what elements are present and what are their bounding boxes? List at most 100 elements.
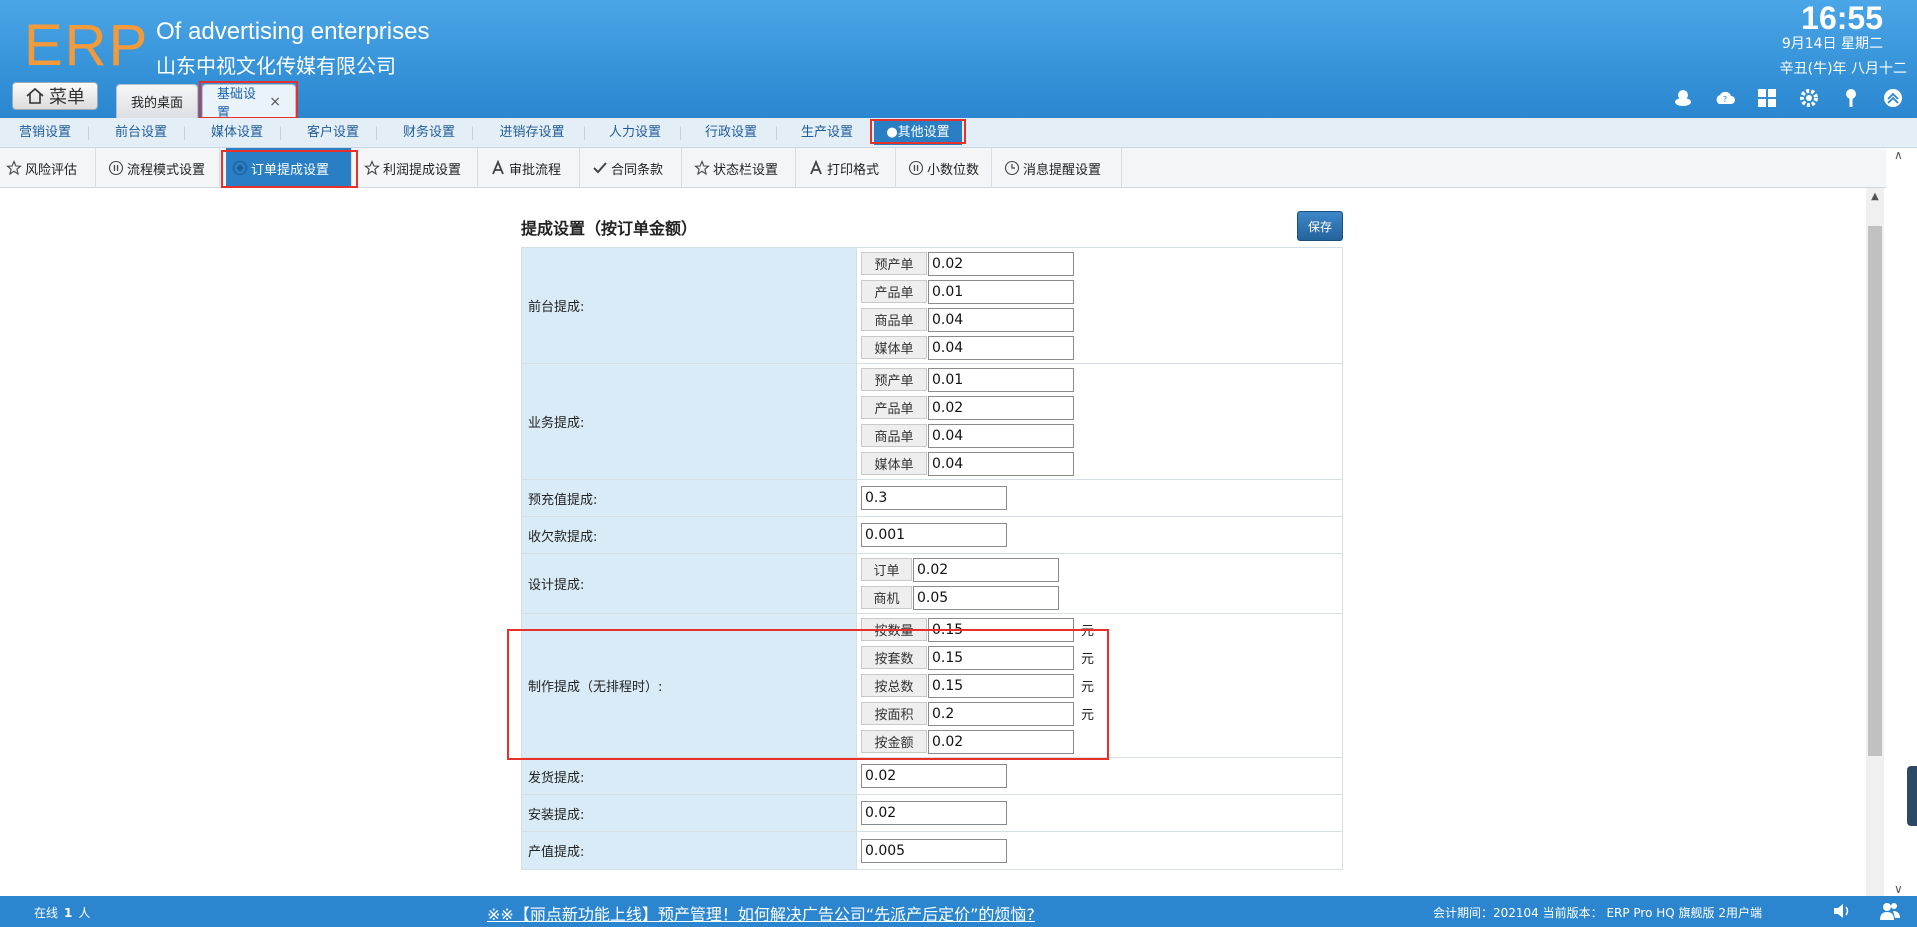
row-label: 设计提成: xyxy=(522,554,857,613)
subnav-label: 打印格式 xyxy=(827,162,880,178)
business-preprod-input[interactable]: 0.01 xyxy=(928,367,1074,392)
collapse-up-icon[interactable] xyxy=(1881,86,1905,110)
pause-circle-icon xyxy=(908,160,924,176)
install-input[interactable]: 0.02 xyxy=(861,801,1007,825)
tab-my-desktop[interactable]: 我的桌面 xyxy=(116,84,198,118)
field-tag: 商品单 xyxy=(861,308,927,331)
nav-media-settings[interactable]: 媒体设置 xyxy=(202,118,272,148)
tab-label: 基础设置 xyxy=(217,86,257,121)
business-media-input[interactable]: 0.04 xyxy=(928,451,1074,476)
subnav-approval-flow[interactable]: 审批流程 xyxy=(484,148,580,188)
front-preprod-input[interactable]: 0.02 xyxy=(928,251,1074,276)
clock-date: 9月14日 星期二 xyxy=(1781,36,1883,52)
nav-inventory-settings[interactable]: 进销存设置 xyxy=(486,118,578,148)
subnav-risk-assessment[interactable]: 风险评估 xyxy=(0,148,96,188)
other-settings-subnav: 风险评估 流程模式设置 订单提成设置 利润提成设置 审批流程 合同条款 状态栏设… xyxy=(0,148,1917,188)
nav-marketing-settings[interactable]: 营销设置 xyxy=(10,118,80,148)
field-tag: 媒体单 xyxy=(861,452,927,475)
main-menu-button[interactable]: 菜单 xyxy=(12,82,98,110)
lunar-date: 辛丑(牛)年 八月十二 xyxy=(1779,61,1907,77)
close-icon[interactable]: × xyxy=(269,94,281,110)
nav-front-settings[interactable]: 前台设置 xyxy=(106,118,176,148)
nav-other-settings[interactable]: ●其他设置 xyxy=(874,121,962,145)
commission-form: 前台提成: 预产单 0.02 产品单 0.01 商品单 0.04 媒体单 0.04 业务… xyxy=(521,247,1343,870)
menu-label: 菜单 xyxy=(49,87,85,108)
subnav-label: 流程模式设置 xyxy=(127,162,206,178)
scroll-up-icon[interactable]: ∧ xyxy=(1894,148,1903,162)
settings-category-nav: 营销设置 前台设置 媒体设置 客户设置 财务设置 进销存设置 人力设置 行政设置… xyxy=(0,118,1917,148)
user-icon[interactable] xyxy=(1671,86,1695,110)
apps-grid-icon[interactable] xyxy=(1755,86,1779,110)
shipping-input[interactable]: 0.02 xyxy=(861,764,1007,788)
field-tag: 媒体单 xyxy=(861,336,927,359)
speaker-icon[interactable] xyxy=(1831,900,1853,922)
design-opportunity-input[interactable]: 0.05 xyxy=(913,585,1059,610)
subnav-message-reminder[interactable]: 消息提醒设置 xyxy=(998,148,1122,188)
subnav-label: 风险评估 xyxy=(25,162,78,178)
subnav-decimal-places[interactable]: 小数位数 xyxy=(902,148,992,188)
nav-production-settings[interactable]: 生产设置 xyxy=(792,118,862,148)
online-count: 1 xyxy=(64,906,73,920)
row-label: 收欠款提成: xyxy=(522,517,857,553)
accounting-period: 会计期间：202104 当前版本： ERP Pro HQ 旗舰版 2用户端 xyxy=(1433,906,1762,920)
field-tag: 订单 xyxy=(861,558,912,581)
subnav-statusbar-settings[interactable]: 状态栏设置 xyxy=(688,148,796,188)
row-recharge-commission: 预充值提成: 0.3 xyxy=(522,480,1342,517)
content-scrollbar[interactable]: ▲ xyxy=(1866,188,1884,896)
tab-label: 我的桌面 xyxy=(131,96,184,111)
tab-basic-settings[interactable]: 基础设置 × xyxy=(202,84,296,121)
unit-label: 元 xyxy=(1081,624,1095,639)
row-label: 前台提成: xyxy=(522,248,857,363)
section-title: 提成设置（按订单金额） xyxy=(521,219,698,238)
production-by-quantity-input[interactable]: 0.15 xyxy=(928,617,1074,642)
design-order-input[interactable]: 0.02 xyxy=(913,557,1059,582)
row-front-commission: 前台提成: 预产单 0.02 产品单 0.01 商品单 0.04 媒体单 0.04 xyxy=(522,248,1342,364)
scroll-up-icon[interactable]: ▲ xyxy=(1866,188,1884,205)
recharge-input[interactable]: 0.3 xyxy=(861,486,1007,510)
nav-customer-settings[interactable]: 客户设置 xyxy=(298,118,368,148)
field-tag: 预产单 xyxy=(861,368,927,391)
subnav-label: 利润提成设置 xyxy=(383,162,462,178)
scroll-down-icon[interactable]: ∨ xyxy=(1894,882,1903,896)
cloud-help-icon[interactable]: ? xyxy=(1713,86,1737,110)
nav-hr-settings[interactable]: 人力设置 xyxy=(600,118,670,148)
scrollbar-thumb[interactable] xyxy=(1868,226,1882,756)
subnav-profit-commission[interactable]: 利润提成设置 xyxy=(358,148,478,188)
save-button[interactable]: 保存 xyxy=(1297,211,1343,241)
field-tag: 按总数 xyxy=(861,674,927,697)
subnav-contract-terms[interactable]: 合同条款 xyxy=(586,148,682,188)
production-by-area-input[interactable]: 0.2 xyxy=(928,701,1074,726)
subnav-process-mode[interactable]: 流程模式设置 xyxy=(102,148,220,188)
subnav-print-format[interactable]: 打印格式 xyxy=(802,148,896,188)
row-label: 发货提成: xyxy=(522,758,857,794)
subnav-order-commission[interactable]: 订单提成设置 xyxy=(226,148,352,188)
front-media-input[interactable]: 0.04 xyxy=(928,335,1074,360)
star-icon xyxy=(6,160,22,176)
nav-admin-settings[interactable]: 行政设置 xyxy=(696,118,766,148)
users-icon[interactable] xyxy=(1879,900,1901,922)
pause-circle-icon xyxy=(108,160,124,176)
status-bar: 在线 1 人 ※※【丽点新功能上线】预产管理！如何解决广告公司“先派产后定价”的烦恼… xyxy=(0,896,1917,927)
production-by-amount-input[interactable]: 0.02 xyxy=(928,729,1074,754)
row-label: 制作提成（无排程时）: xyxy=(522,614,857,757)
front-product-input[interactable]: 0.01 xyxy=(928,279,1074,304)
front-goods-input[interactable]: 0.04 xyxy=(928,307,1074,332)
production-by-set-input[interactable]: 0.15 xyxy=(928,645,1074,670)
business-product-input[interactable]: 0.02 xyxy=(928,395,1074,420)
subnav-label: 订单提成设置 xyxy=(251,162,330,178)
field-tag: 按套数 xyxy=(861,646,927,669)
collection-input[interactable]: 0.001 xyxy=(861,523,1007,547)
business-goods-input[interactable]: 0.04 xyxy=(928,423,1074,448)
nav-finance-settings[interactable]: 财务设置 xyxy=(394,118,464,148)
subnav-label: 审批流程 xyxy=(509,162,562,178)
unit-label: 元 xyxy=(1081,708,1095,723)
production-by-total-input[interactable]: 0.15 xyxy=(928,673,1074,698)
field-tag: 按面积 xyxy=(861,702,927,725)
online-prefix: 在线 xyxy=(34,906,59,920)
notice-link[interactable]: ※※【丽点新功能上线】预产管理！如何解决广告公司“先派产后定价”的烦恼? xyxy=(487,901,1035,925)
output-input[interactable]: 0.005 xyxy=(861,838,1007,863)
gear-icon[interactable] xyxy=(1797,86,1821,110)
key-icon[interactable] xyxy=(1839,86,1863,110)
subnav-label: 合同条款 xyxy=(611,162,664,178)
side-panel-handle[interactable] xyxy=(1907,766,1917,826)
